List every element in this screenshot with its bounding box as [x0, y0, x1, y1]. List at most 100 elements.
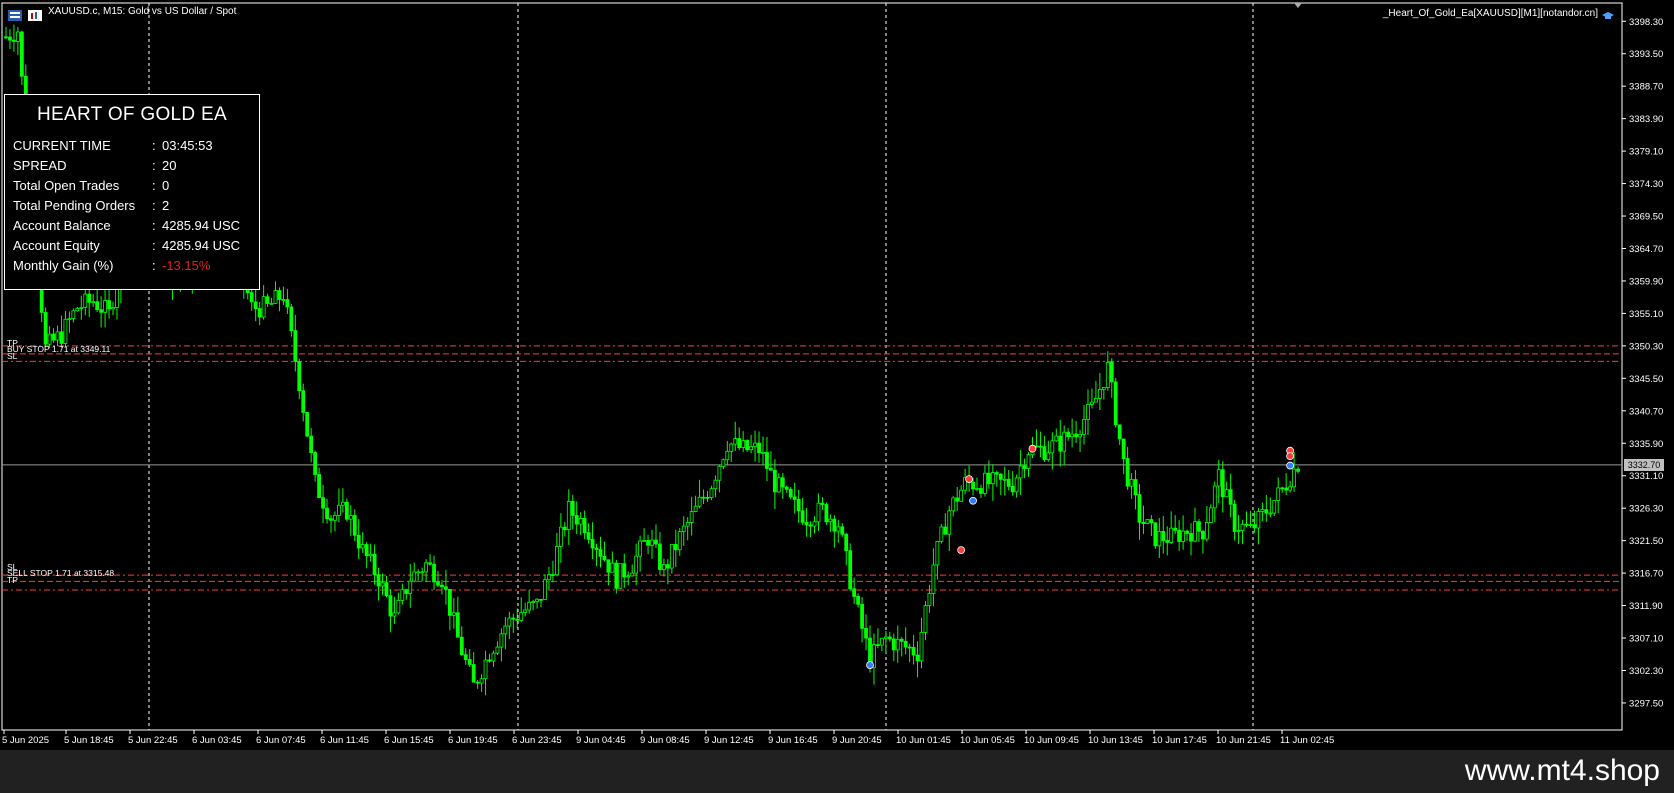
panel-row-value: 03:45:53: [162, 138, 213, 153]
candle-body: [574, 515, 579, 525]
candle-body: [107, 300, 111, 310]
candle-body: [677, 531, 682, 551]
graduation-cap-icon[interactable]: [1602, 8, 1614, 19]
x-tick-label: 9 Jun 12:45: [704, 735, 754, 746]
candle-body: [380, 582, 385, 587]
candle-body: [844, 533, 849, 552]
candle-body: [1208, 507, 1213, 523]
candle-body: [780, 477, 785, 488]
candle-body: [531, 601, 536, 604]
panel-row-label: Account Equity: [13, 238, 100, 253]
candle-body: [8, 36, 12, 41]
candle-body: [408, 580, 413, 594]
candle-body: [499, 633, 504, 648]
candle-body: [602, 556, 607, 561]
x-tick-label: 10 Jun 13:45: [1088, 735, 1143, 746]
candle-body: [95, 301, 100, 311]
candle-body: [551, 574, 555, 576]
candle-body: [1141, 521, 1146, 525]
candle-body: [1010, 486, 1015, 493]
candle-body: [305, 412, 310, 437]
expert-advisor-label[interactable]: _Heart_Of_Gold_Ea[XAUUSD][M1][notandor.c…: [1383, 8, 1598, 19]
candle-body: [495, 646, 500, 654]
candle-body: [1224, 489, 1229, 498]
candle-body: [994, 472, 999, 475]
candle-body: [1232, 503, 1237, 532]
candle-body: [1042, 446, 1047, 460]
panel-row-label: SPREAD: [13, 158, 67, 173]
candle-body: [1006, 478, 1011, 487]
candle-body: [352, 515, 357, 536]
candle-body: [562, 526, 567, 531]
candle-body: [1244, 523, 1249, 526]
candle-body: [658, 543, 662, 571]
candle-body: [1276, 487, 1281, 501]
candle-body: [1240, 523, 1245, 531]
candle-body: [519, 612, 524, 621]
chart-type-icon[interactable]: [28, 8, 42, 21]
candle-body: [626, 575, 631, 578]
candle-body: [491, 652, 496, 662]
candle-body: [416, 571, 421, 574]
chart-shift-marker: [1294, 3, 1302, 8]
candle-body: [1014, 477, 1019, 493]
candle-body: [725, 450, 730, 461]
candle-body: [721, 459, 726, 467]
candle-body: [1181, 530, 1186, 542]
candle-body: [111, 307, 115, 310]
candle-body: [582, 517, 587, 533]
candle-body: [765, 451, 769, 469]
candle-body: [511, 617, 516, 620]
y-tick-label: 3355.10: [1629, 309, 1663, 320]
candle-body: [1185, 530, 1189, 534]
y-tick-label: 3311.90: [1629, 601, 1663, 612]
candle-body: [547, 574, 551, 581]
candle-body: [903, 640, 908, 648]
y-tick-label: 3321.50: [1629, 536, 1663, 547]
candle-body: [67, 318, 72, 321]
candle-body: [527, 601, 532, 611]
candle-body: [384, 582, 389, 597]
candle-body: [1201, 530, 1205, 540]
candle-body: [1212, 485, 1217, 509]
candle-body: [570, 501, 575, 516]
candle-body: [289, 306, 294, 332]
candle-body: [665, 564, 670, 569]
candle-body: [1101, 387, 1106, 390]
chart-area[interactable]: 3398.30 3393.50 3388.70 3383.90 3379.10 3374.…: [0, 0, 1674, 750]
candle-body: [566, 501, 571, 531]
y-tick-label: 3350.30: [1629, 341, 1663, 352]
watermark[interactable]: www.mt4.shop: [1465, 754, 1660, 788]
panel-row-value: 4285.94 USC: [162, 238, 241, 253]
y-tick-label: 3335.90: [1629, 439, 1663, 450]
candle-body: [475, 681, 480, 684]
candle-body: [301, 390, 306, 413]
candle-body: [1074, 433, 1078, 438]
candle-body: [717, 465, 722, 481]
candle-body: [689, 511, 694, 523]
candle-body: [594, 547, 599, 550]
y-tick-label: 3316.70: [1629, 569, 1663, 580]
candle-body: [757, 442, 761, 453]
y-tick-label: 3340.70: [1629, 406, 1663, 417]
candle-body: [776, 477, 781, 493]
y-tick-label: 3326.30: [1629, 504, 1663, 515]
candle-body: [769, 468, 773, 471]
candle-body: [578, 517, 583, 525]
candle-body: [705, 496, 710, 499]
candle-body: [828, 518, 833, 523]
buy-trade-marker: [866, 661, 874, 669]
x-tick-label: 10 Jun 05:45: [960, 735, 1015, 746]
y-tick-label: 3297.50: [1629, 698, 1663, 709]
candle-body: [618, 563, 623, 589]
panel-row-value: -13.15%: [162, 258, 211, 273]
candle-body: [1094, 398, 1098, 403]
y-tick-label: 3388.70: [1629, 82, 1663, 93]
candle-body: [376, 574, 381, 587]
menu-icon[interactable]: [8, 8, 22, 21]
candle-body: [729, 443, 734, 452]
candle-body: [887, 636, 892, 640]
candle-body: [642, 540, 646, 542]
candle-body: [503, 625, 508, 635]
candle-body: [1189, 533, 1193, 542]
